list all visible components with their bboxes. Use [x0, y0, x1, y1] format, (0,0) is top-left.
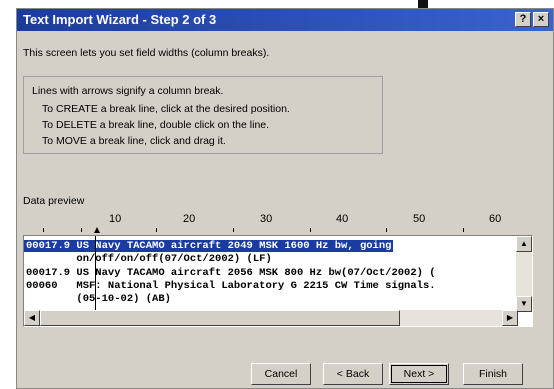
back-button[interactable]: < Back — [323, 363, 383, 385]
help-button[interactable]: ? — [515, 12, 531, 27]
ruler-number: 50 — [413, 213, 426, 225]
scroll-right-icon[interactable]: ▶ — [502, 310, 518, 326]
preview-line: 00060 MSF: National Physical Laboratory … — [26, 280, 436, 292]
close-button[interactable]: × — [533, 12, 549, 27]
preview-line: 00017.9 US Navy TACAMO aircraft 2056 MSK… — [26, 267, 436, 279]
ruler-tick — [310, 228, 311, 232]
preview-line: (05-10-02) (AB) — [26, 293, 171, 305]
instructions-box: Lines with arrows signify a column break… — [23, 76, 383, 154]
ruler-number: 10 — [109, 213, 122, 225]
instruction-create: To CREATE a break line, click at the des… — [42, 103, 290, 115]
intro-text: This screen lets you set field widths (c… — [23, 47, 270, 59]
window-title: Text Import Wizard - Step 2 of 3 — [23, 12, 217, 27]
ruler-tick — [81, 228, 82, 232]
data-preview-pane[interactable]: 00017.9 US Navy TACAMO aircraft 2049 MSK… — [23, 235, 533, 327]
preview-line: on/off/on/off(07/Oct/2002) (LF) — [26, 253, 272, 265]
instruction-delete: To DELETE a break line, double click on … — [42, 119, 270, 131]
finish-button[interactable]: Finish — [463, 363, 523, 385]
ruler-tick — [386, 228, 387, 232]
ruler-tick — [233, 228, 234, 232]
text-import-wizard-dialog: Text Import Wizard - Step 2 of 3 ? × Thi… — [16, 8, 554, 389]
instruction-heading: Lines with arrows signify a column break… — [32, 85, 224, 97]
scroll-left-icon[interactable]: ◀ — [24, 310, 40, 326]
horizontal-scroll-thumb[interactable] — [40, 310, 400, 326]
title-bar: Text Import Wizard - Step 2 of 3 ? × — [17, 9, 553, 31]
scroll-down-icon[interactable]: ▼ — [516, 296, 532, 312]
ruler-number: 30 — [260, 213, 273, 225]
ruler-number: 40 — [336, 213, 349, 225]
ruler-number: 20 — [183, 213, 196, 225]
horizontal-scrollbar[interactable]: ◀ ▶ — [24, 310, 518, 326]
ruler-number: 60 — [489, 213, 502, 225]
preview-line: 00017.9 US Navy TACAMO aircraft 2049 MSK… — [24, 240, 394, 252]
ruler-tick — [156, 228, 157, 232]
ruler-tick — [43, 228, 44, 232]
scroll-up-icon[interactable]: ▲ — [516, 236, 532, 252]
vertical-scrollbar[interactable]: ▲ ▼ — [516, 236, 532, 312]
data-preview-label: Data preview — [23, 195, 85, 207]
column-ruler[interactable]: 10 20 30 40 50 60 — [23, 209, 533, 235]
ruler-tick — [463, 228, 464, 232]
cancel-button[interactable]: Cancel — [251, 363, 311, 385]
column-break-arrow-icon[interactable] — [94, 227, 100, 233]
instruction-move: To MOVE a break line, click and drag it. — [42, 135, 226, 147]
next-button[interactable]: Next > — [389, 363, 449, 385]
